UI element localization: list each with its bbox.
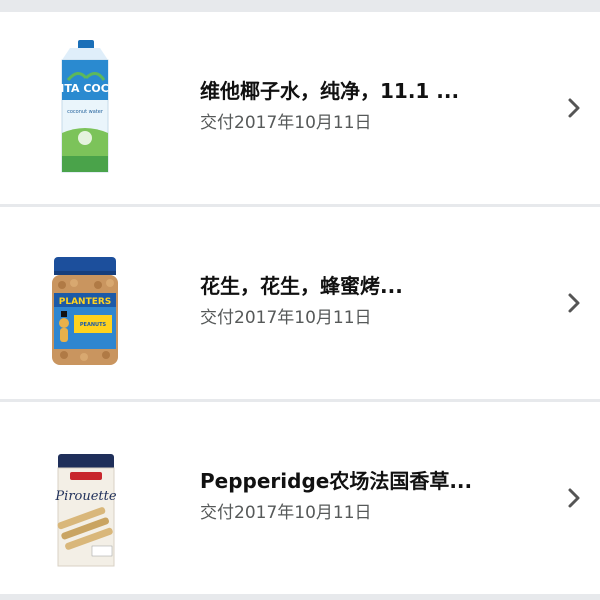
item-title: Pepperidge农场法国香草...: [200, 469, 473, 493]
order-item-text: Pepperidge农场法国香草... 交付2017年10月11日: [200, 468, 520, 524]
item-title: 维他椰子水，纯净，11.1 ...: [200, 79, 460, 103]
brand-text: VITA COCO: [52, 82, 118, 95]
delivery-date: 交付2017年10月11日: [200, 503, 372, 523]
peanut-jar-icon: PLANTERS PEANUTS: [40, 233, 130, 373]
order-item-planters[interactable]: PLANTERS PEANUTS 花生，花生，蜂蜜烤... 交付2017年10月…: [0, 207, 600, 399]
brand-text: Pirouette: [54, 489, 116, 504]
order-item-vita-coco[interactable]: VITA COCO coconut water 维他椰子水，纯净，11.1 ..…: [0, 12, 600, 204]
chevron-right-icon[interactable]: [564, 291, 584, 315]
chevron-right-icon[interactable]: [564, 96, 584, 120]
svg-text:coconut water: coconut water: [67, 109, 104, 115]
brand-text: PLANTERS: [59, 297, 112, 307]
order-item-text: 花生，花生，蜂蜜烤... 交付2017年10月11日: [200, 273, 520, 329]
order-item-pirouette[interactable]: Pirouette Pepperidge农场法国香草... 交付2017年10月…: [0, 402, 600, 594]
order-list: VITA COCO coconut water 维他椰子水，纯净，11.1 ..…: [0, 0, 600, 600]
pirouette-tin-icon: Pirouette: [40, 428, 130, 568]
delivery-date: 交付2017年10月11日: [200, 113, 372, 133]
svg-text:PEANUTS: PEANUTS: [80, 322, 107, 328]
item-title: 花生，花生，蜂蜜烤...: [200, 274, 403, 298]
delivery-date: 交付2017年10月11日: [200, 308, 372, 328]
chevron-right-icon[interactable]: [564, 486, 584, 510]
order-item-text: 维他椰子水，纯净，11.1 ... 交付2017年10月11日: [200, 78, 520, 134]
coconut-water-carton-icon: VITA COCO coconut water: [40, 38, 130, 178]
